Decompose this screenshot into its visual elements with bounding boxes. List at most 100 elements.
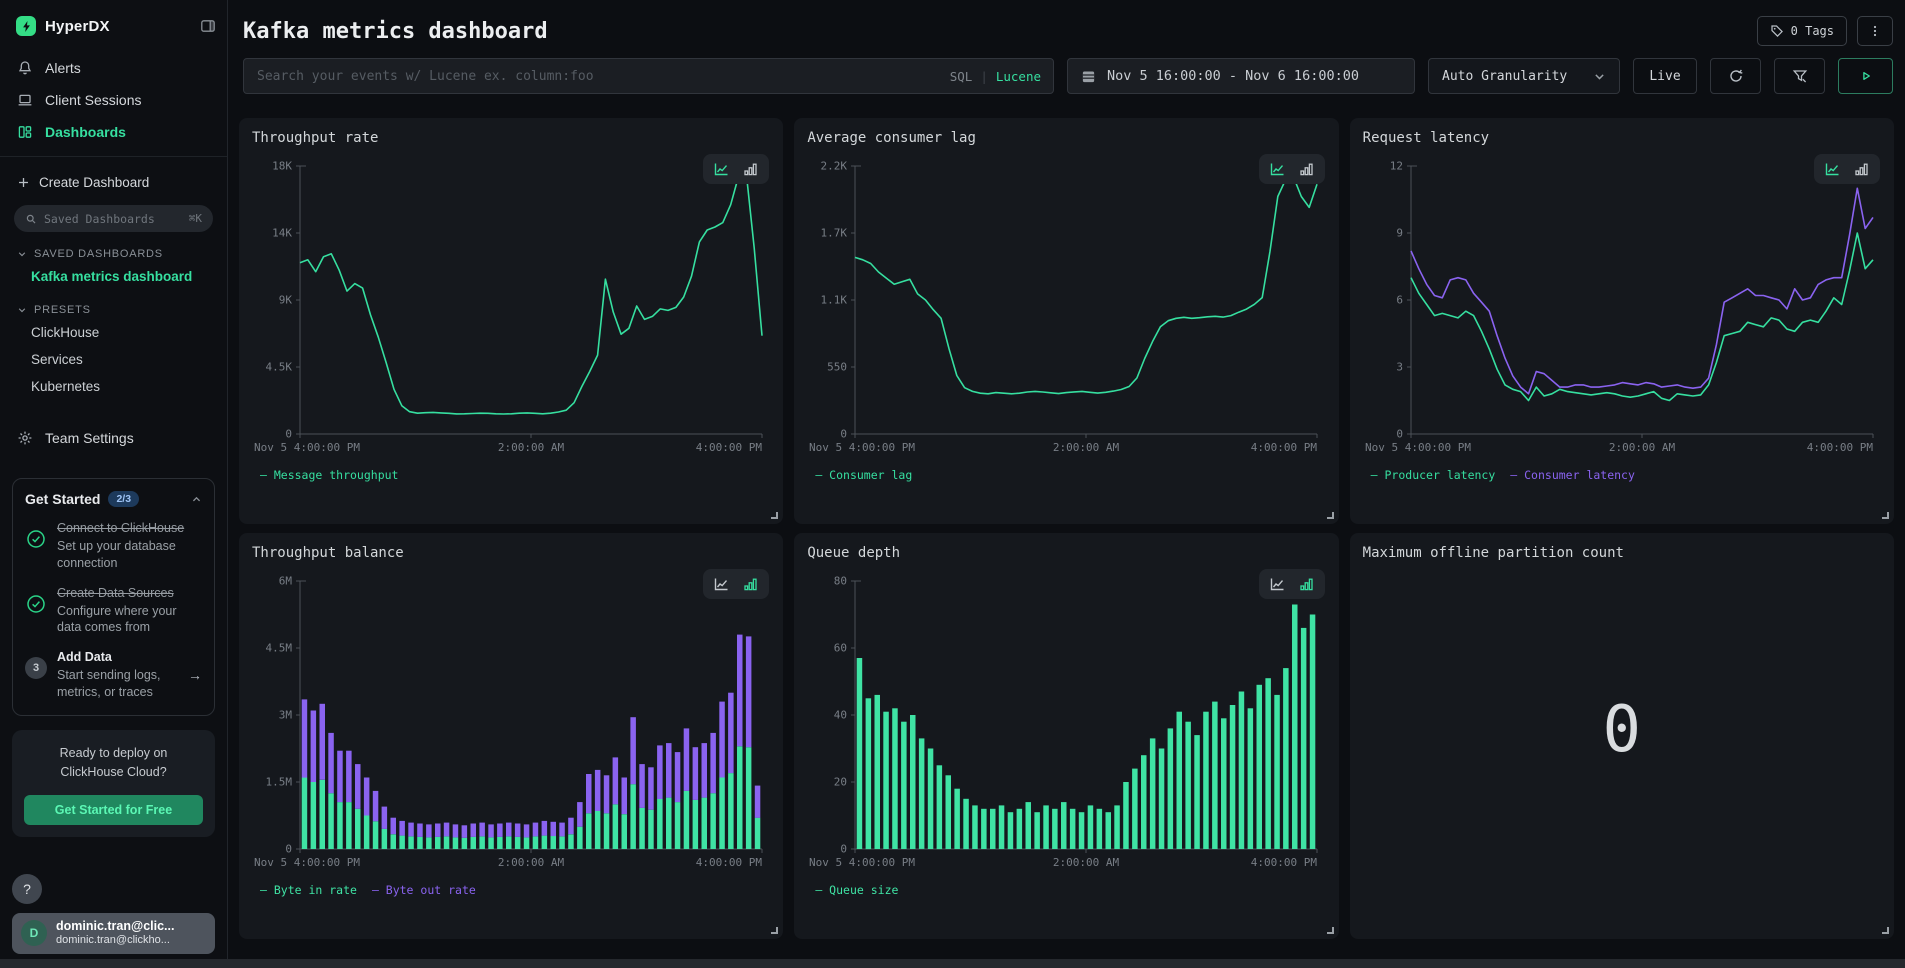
legend-item[interactable]: — Producer latency: [1371, 468, 1496, 482]
get-started-card: Get Started 2/3 Connect to ClickHouseSet…: [12, 478, 215, 716]
step-description: Set up your database connection: [57, 538, 202, 572]
resize-handle[interactable]: [771, 512, 778, 519]
search-shortcut: ⌘K: [189, 212, 202, 225]
svg-text:4:00:00 PM: 4:00:00 PM: [696, 856, 763, 869]
resize-handle[interactable]: [1882, 927, 1889, 934]
svg-text:40: 40: [834, 709, 847, 722]
legend-item[interactable]: — Queue size: [815, 883, 898, 897]
resize-handle[interactable]: [1327, 927, 1334, 934]
sidebar-item-dashboards[interactable]: Dashboards: [0, 116, 227, 148]
line-chart-toggle[interactable]: [713, 161, 730, 177]
bar-chart-toggle[interactable]: [1853, 161, 1870, 177]
more-actions-button[interactable]: [1857, 16, 1893, 46]
legend-item[interactable]: — Byte out rate: [372, 883, 476, 897]
resize-handle[interactable]: [1882, 512, 1889, 519]
preset-link-services[interactable]: Services: [0, 346, 227, 373]
date-range-picker[interactable]: Nov 5 16:00:00 - Nov 6 16:00:00: [1067, 58, 1415, 94]
svg-text:4:00:00 PM: 4:00:00 PM: [696, 441, 763, 454]
svg-text:1.1K: 1.1K: [821, 294, 848, 307]
event-search-input[interactable]: [243, 58, 1054, 94]
svg-text:20: 20: [834, 776, 847, 789]
chart-canvas-queue-depth[interactable]: 020406080Nov 5 4:00:00 PM2:00:00 AM4:00:…: [807, 569, 1325, 875]
bar-chart-toggle[interactable]: [1298, 161, 1315, 177]
user-menu[interactable]: D dominic.tran@clic... dominic.tran@clic…: [12, 913, 215, 954]
sidebar-item-alerts[interactable]: Alerts: [0, 52, 227, 84]
svg-text:Nov 5 4:00:00 PM: Nov 5 4:00:00 PM: [254, 441, 360, 454]
svg-text:2:00:00 AM: 2:00:00 AM: [498, 441, 565, 454]
presets-list: ClickHouseServicesKubernetes: [0, 319, 227, 400]
team-settings-label: Team Settings: [45, 430, 134, 446]
svg-text:2:00:00 AM: 2:00:00 AM: [498, 856, 565, 869]
create-dashboard-button[interactable]: Create Dashboard: [0, 157, 227, 196]
chart-legend: — Producer latency — Consumer latency: [1371, 468, 1881, 482]
presets-section[interactable]: PRESETS: [0, 290, 227, 319]
legend-item[interactable]: — Consumer latency: [1510, 468, 1635, 482]
line-chart-toggle[interactable]: [713, 576, 730, 592]
svg-text:4.5M: 4.5M: [266, 642, 293, 655]
legend-item[interactable]: — Consumer lag: [815, 468, 912, 482]
bar-chart-toggle[interactable]: [1298, 576, 1315, 592]
panel-queue-depth: Queue depth020406080Nov 5 4:00:00 PM2:00…: [794, 533, 1338, 939]
sidebar-item-team-settings[interactable]: Team Settings: [0, 422, 227, 454]
svg-text:Nov 5 4:00:00 PM: Nov 5 4:00:00 PM: [1365, 441, 1471, 454]
svg-text:3: 3: [1396, 361, 1403, 374]
granularity-select[interactable]: Auto Granularity: [1428, 58, 1620, 94]
get-started-step[interactable]: Create Data SourcesConfigure where your …: [25, 585, 202, 637]
saved-dashboards-section[interactable]: SAVED DASHBOARDS: [0, 234, 227, 263]
tag-icon: [1770, 24, 1784, 38]
get-started-title: Get Started: [25, 491, 100, 507]
help-button[interactable]: ?: [12, 874, 42, 904]
page-title: Kafka metrics dashboard: [243, 19, 548, 44]
svg-text:14K: 14K: [272, 227, 292, 240]
metric-value: 0: [1363, 561, 1881, 927]
line-chart-toggle[interactable]: [1269, 161, 1286, 177]
arrow-right-icon: →: [188, 667, 202, 683]
sidebar-item-client-sessions[interactable]: Client Sessions: [0, 84, 227, 116]
sidebar-item-label: Client Sessions: [45, 92, 142, 108]
sidebar-collapse-icon[interactable]: [200, 18, 216, 34]
chevron-down-icon: [1593, 70, 1606, 83]
chart-canvas-avg-consumer-lag[interactable]: 05501.1K1.7K2.2KNov 5 4:00:00 PM2:00:00 …: [807, 154, 1325, 460]
sql-toggle[interactable]: SQL: [950, 69, 973, 84]
chart-canvas-throughput-rate[interactable]: 04.5K9K14K18KNov 5 4:00:00 PM2:00:00 AM4…: [252, 154, 770, 460]
chart-legend: — Consumer lag: [815, 468, 1325, 482]
svg-text:2:00:00 AM: 2:00:00 AM: [1053, 856, 1120, 869]
preset-link-kubernetes[interactable]: Kubernetes: [0, 373, 227, 400]
run-query-button[interactable]: [1838, 58, 1893, 94]
step-number-badge: 3: [25, 657, 47, 679]
preset-link-clickhouse[interactable]: ClickHouse: [0, 319, 227, 346]
avatar: D: [21, 920, 47, 946]
chart-canvas-throughput-balance[interactable]: 01.5M3M4.5M6MNov 5 4:00:00 PM2:00:00 AM4…: [252, 569, 770, 875]
legend-item[interactable]: — Message throughput: [260, 468, 398, 482]
filter-button[interactable]: [1774, 58, 1825, 94]
chart-type-toggle: [1259, 569, 1325, 599]
chevron-up-icon[interactable]: [191, 494, 202, 505]
legend-item[interactable]: — Byte in rate: [260, 883, 357, 897]
svg-text:2:00:00 AM: 2:00:00 AM: [1609, 441, 1676, 454]
resize-handle[interactable]: [771, 927, 778, 934]
refresh-button[interactable]: [1710, 58, 1761, 94]
tags-button[interactable]: 0 Tags: [1757, 16, 1847, 46]
step-description: Start sending logs, metrics, or traces: [57, 667, 178, 701]
resize-handle[interactable]: [1327, 512, 1334, 519]
saved-dashboards-search[interactable]: ⌘K: [14, 205, 213, 232]
create-dashboard-label: Create Dashboard: [39, 175, 149, 190]
get-started-step[interactable]: 3Add DataStart sending logs, metrics, or…: [25, 649, 202, 701]
saved-dashboard-link[interactable]: Kafka metrics dashboard: [0, 263, 227, 290]
live-button[interactable]: Live: [1633, 58, 1697, 94]
saved-dashboards-search-input[interactable]: [44, 212, 182, 226]
line-chart-toggle[interactable]: [1824, 161, 1841, 177]
bar-chart-toggle[interactable]: [742, 161, 759, 177]
svg-text:1.7K: 1.7K: [821, 227, 848, 240]
get-started-free-button[interactable]: Get Started for Free: [24, 795, 203, 825]
get-started-step[interactable]: Connect to ClickHouseSet up your databas…: [25, 520, 202, 572]
line-chart-toggle[interactable]: [1269, 576, 1286, 592]
bar-chart-toggle[interactable]: [742, 576, 759, 592]
svg-text:3M: 3M: [279, 709, 293, 722]
lucene-toggle[interactable]: Lucene: [996, 69, 1041, 84]
svg-text:Nov 5 4:00:00 PM: Nov 5 4:00:00 PM: [254, 856, 360, 869]
chart-canvas-request-latency[interactable]: 036912Nov 5 4:00:00 PM2:00:00 AM4:00:00 …: [1363, 154, 1881, 460]
tags-label: 0 Tags: [1791, 24, 1834, 38]
check-circle-icon: [25, 528, 47, 550]
app-window: HyperDX AlertsClient SessionsDashboards …: [0, 0, 1905, 968]
